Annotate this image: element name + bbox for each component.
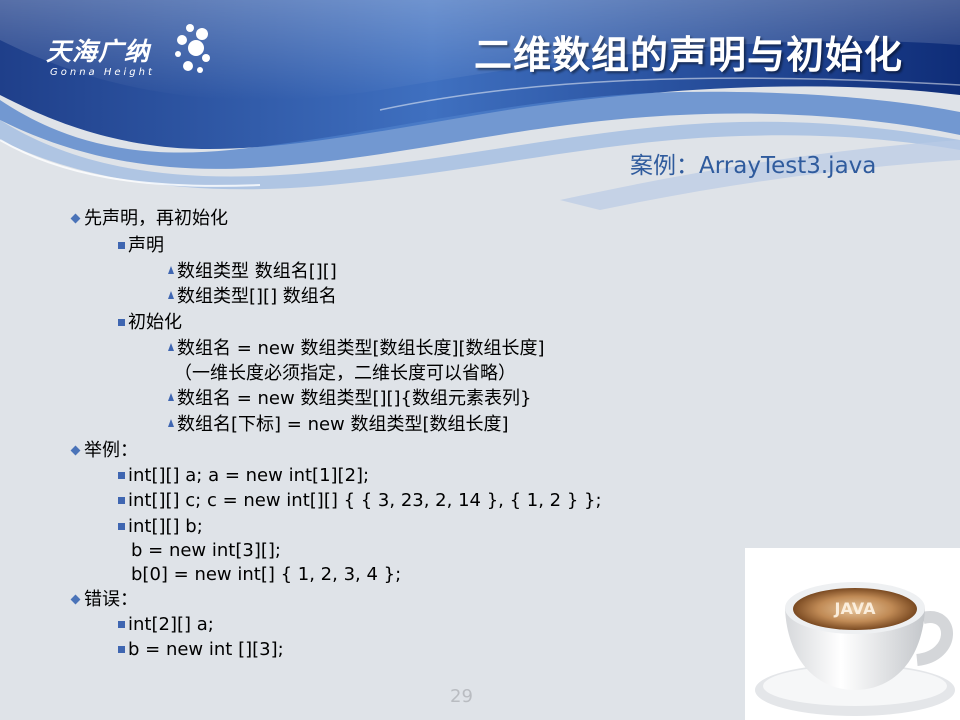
case-reference: 案例：ArrayTest3.java bbox=[630, 153, 877, 179]
logo-dots-icon bbox=[175, 24, 210, 73]
bullet-level3: 数组名 = new 数组类型[][]{数组元素表列} bbox=[168, 388, 531, 410]
logo-chinese-text: 天海广纳 bbox=[46, 37, 151, 66]
triangle-bullet-icon bbox=[168, 265, 174, 274]
code-error-example: int[2][] a; bbox=[118, 614, 214, 636]
square-bullet-icon bbox=[118, 620, 125, 628]
bullet-level2: 初始化 bbox=[118, 312, 182, 334]
triangle-bullet-icon bbox=[168, 342, 174, 351]
code-example: int[][] a; a = new int[1][2]; bbox=[118, 465, 369, 487]
coffee-cup-icon: JAVA bbox=[755, 582, 955, 716]
bullet-level3: 数组类型[][] 数组名 bbox=[168, 286, 337, 308]
code-example-continuation: b = new int[3][]; bbox=[131, 540, 281, 561]
cup-latte-art-text: JAVA bbox=[834, 599, 877, 618]
square-bullet-icon bbox=[118, 496, 125, 504]
company-logo: 天海广纳 Gonna Height bbox=[46, 32, 155, 78]
square-bullet-icon bbox=[118, 471, 125, 479]
java-coffee-cup-image: JAVA bbox=[745, 548, 960, 720]
square-bullet-icon bbox=[118, 645, 125, 653]
diamond-bullet-icon bbox=[70, 213, 81, 223]
logo-english-text: Gonna Height bbox=[50, 67, 155, 78]
bullet-level3: 数组名[下标] = new 数组类型[数组长度] bbox=[168, 414, 509, 436]
square-bullet-icon bbox=[118, 522, 125, 530]
diamond-bullet-icon bbox=[70, 445, 81, 455]
triangle-bullet-icon bbox=[168, 290, 174, 299]
triangle-bullet-icon bbox=[168, 392, 174, 401]
bullet-level3: 数组名 = new 数组类型[数组长度][数组长度] bbox=[168, 338, 545, 360]
code-example-continuation: b[0] = new int[] { 1, 2, 3, 4 }; bbox=[131, 564, 402, 585]
code-example: int[][] c; c = new int[][] { { 3, 23, 2,… bbox=[118, 490, 602, 512]
page-number: 29 bbox=[450, 686, 473, 707]
square-bullet-icon bbox=[118, 318, 125, 326]
note-line: （一维长度必须指定，二维长度可以省略） bbox=[174, 363, 516, 384]
code-error-example: b = new int [][3]; bbox=[118, 639, 284, 661]
square-bullet-icon bbox=[118, 241, 125, 249]
slide-title: 二维数组的声明与初始化 bbox=[474, 33, 904, 77]
diamond-bullet-icon bbox=[70, 594, 81, 604]
bullet-level1: 举例： bbox=[70, 440, 138, 462]
code-example: int[][] b; bbox=[118, 516, 203, 538]
bullet-level2: 声明 bbox=[118, 235, 164, 257]
triangle-bullet-icon bbox=[168, 418, 174, 427]
bullet-level1: 错误： bbox=[70, 589, 138, 611]
bullet-level1: 先声明，再初始化 bbox=[70, 208, 228, 230]
bullet-level3: 数组类型 数组名[][] bbox=[168, 261, 337, 283]
